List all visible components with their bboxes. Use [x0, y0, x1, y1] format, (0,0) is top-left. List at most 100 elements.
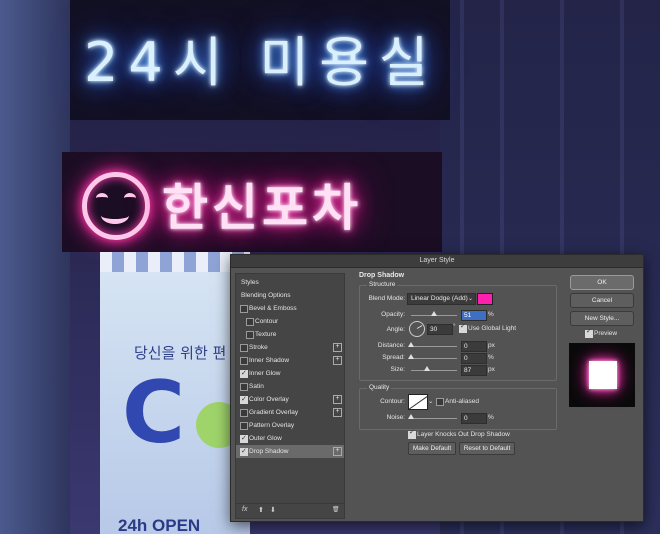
opacity-label: Opacity: [381, 311, 405, 318]
style-item-label: Contour [255, 318, 279, 325]
style-checkbox[interactable] [240, 305, 248, 313]
style-checkbox[interactable] [246, 318, 254, 326]
style-item-label: Inner Glow [249, 370, 281, 377]
style-item-label: Stroke [249, 344, 268, 351]
spread-field[interactable]: 0 [461, 353, 487, 364]
angle-dial[interactable] [409, 321, 425, 337]
structure-title: Structure [367, 281, 398, 288]
style-item-drop-shadow[interactable]: Drop Shadow + [236, 445, 344, 458]
blend-mode-select[interactable]: Linear Dodge (Add) ⌄ [407, 293, 476, 305]
style-checkbox[interactable] [240, 344, 248, 352]
blending-options[interactable]: Blending Options [236, 289, 349, 302]
spread-slider[interactable] [411, 358, 457, 359]
angle-field[interactable]: 30 [427, 324, 453, 335]
preview-label: Preview [594, 330, 618, 337]
preview-checkbox[interactable] [585, 327, 593, 338]
contour-label: Contour: [380, 398, 405, 405]
style-item-label: Gradient Overlay [249, 409, 299, 416]
fx-icon[interactable]: fx [242, 506, 247, 513]
move-up-icon[interactable]: ⬆ [258, 506, 264, 514]
distance-slider-thumb[interactable] [408, 342, 414, 347]
style-checkbox[interactable] [240, 393, 248, 406]
style-checkbox[interactable] [246, 331, 254, 339]
anti-aliased-label: Anti-aliased [445, 398, 479, 405]
style-item-label: Pattern Overlay [249, 422, 295, 429]
anti-aliased-checkbox[interactable] [436, 398, 444, 406]
size-label: Size: [390, 366, 405, 373]
add-effect-icon[interactable]: + [333, 447, 342, 456]
add-effect-icon[interactable]: + [333, 408, 342, 417]
quality-title: Quality [367, 384, 392, 391]
size-slider[interactable] [411, 370, 457, 371]
banner-hours: 24h OPEN [118, 516, 201, 534]
banner-letter: C [122, 363, 186, 463]
style-item-satin[interactable]: Satin [236, 380, 344, 393]
style-item-pattern-overlay[interactable]: Pattern Overlay [236, 419, 344, 432]
distance-field[interactable]: 0 [461, 341, 487, 352]
add-effect-icon[interactable]: + [333, 343, 342, 352]
style-checkbox[interactable] [240, 367, 248, 380]
spread-slider-thumb[interactable] [408, 354, 414, 359]
section-title: Drop Shadow [359, 272, 405, 279]
blend-color-swatch[interactable] [477, 293, 493, 305]
style-item-inner-glow[interactable]: Inner Glow [236, 367, 344, 380]
opacity-field[interactable]: 51 [461, 310, 487, 321]
style-item-color-overlay[interactable]: Color Overlay + [236, 393, 344, 406]
knockout-checkbox[interactable] [408, 428, 416, 439]
make-default-button[interactable]: Make Default [408, 442, 456, 455]
trash-icon[interactable]: 🗑 [332, 506, 340, 513]
style-checkbox[interactable] [240, 432, 248, 445]
style-preview [569, 343, 635, 407]
contour-chevron-icon[interactable]: ⌄ [428, 397, 433, 405]
size-slider-thumb[interactable] [424, 366, 430, 371]
style-item-label: Color Overlay [249, 396, 289, 403]
style-item-label: Satin [249, 383, 264, 390]
style-item-stroke[interactable]: Stroke + [236, 341, 344, 354]
new-style-button[interactable]: New Style... [570, 311, 634, 326]
noise-unit: % [488, 414, 494, 421]
blend-mode-label: Blend Mode: [368, 295, 406, 302]
building-left [0, 0, 70, 534]
opacity-unit: % [488, 311, 494, 318]
ok-button[interactable]: OK [570, 275, 634, 290]
preview-square [589, 361, 617, 389]
contour-picker[interactable] [408, 394, 428, 410]
blend-mode-value: Linear Dodge (Add) [411, 295, 468, 302]
reset-default-button[interactable]: Reset to Default [459, 442, 515, 455]
cancel-button[interactable]: Cancel [570, 293, 634, 308]
chevron-down-icon: ⌄ [467, 296, 473, 302]
angle-unit: ° [453, 323, 456, 330]
angle-label: Angle: [386, 326, 405, 333]
noise-slider-thumb[interactable] [408, 414, 414, 419]
style-item-label: Outer Glow [249, 435, 282, 442]
style-item-contour[interactable]: Contour [236, 315, 344, 328]
distance-slider[interactable] [411, 346, 457, 347]
noise-field[interactable]: 0 [461, 413, 487, 424]
distance-label: Distance: [377, 342, 405, 349]
opacity-slider-thumb[interactable] [431, 311, 438, 316]
style-item-gradient-overlay[interactable]: Gradient Overlay + [236, 406, 344, 419]
style-checkbox[interactable] [240, 409, 248, 417]
style-item-bevel-emboss[interactable]: Bevel & Emboss [236, 302, 344, 315]
add-effect-icon[interactable]: + [333, 395, 342, 404]
style-item-label: Bevel & Emboss [249, 305, 297, 312]
use-global-light-checkbox[interactable] [459, 322, 467, 333]
style-item-label: Texture [255, 331, 277, 338]
noise-label: Noise: [386, 414, 405, 421]
add-effect-icon[interactable]: + [333, 356, 342, 365]
spread-unit: % [488, 354, 494, 361]
move-down-icon[interactable]: ⬇ [270, 506, 276, 514]
style-item-label: Inner Shadow [249, 357, 290, 364]
noise-slider[interactable] [411, 418, 457, 419]
style-checkbox[interactable] [240, 422, 248, 430]
style-item-texture[interactable]: Texture [236, 328, 344, 341]
knockout-label: Layer Knocks Out Drop Shadow [417, 431, 510, 438]
size-field[interactable]: 87 [461, 365, 487, 376]
style-checkbox[interactable] [240, 383, 248, 391]
style-item-outer-glow[interactable]: Outer Glow [236, 432, 344, 445]
style-item-label: Drop Shadow [249, 448, 289, 455]
style-checkbox[interactable] [240, 357, 248, 365]
style-item-inner-shadow[interactable]: Inner Shadow + [236, 354, 344, 367]
style-checkbox[interactable] [240, 445, 248, 458]
styles-header[interactable]: Styles [236, 276, 349, 289]
